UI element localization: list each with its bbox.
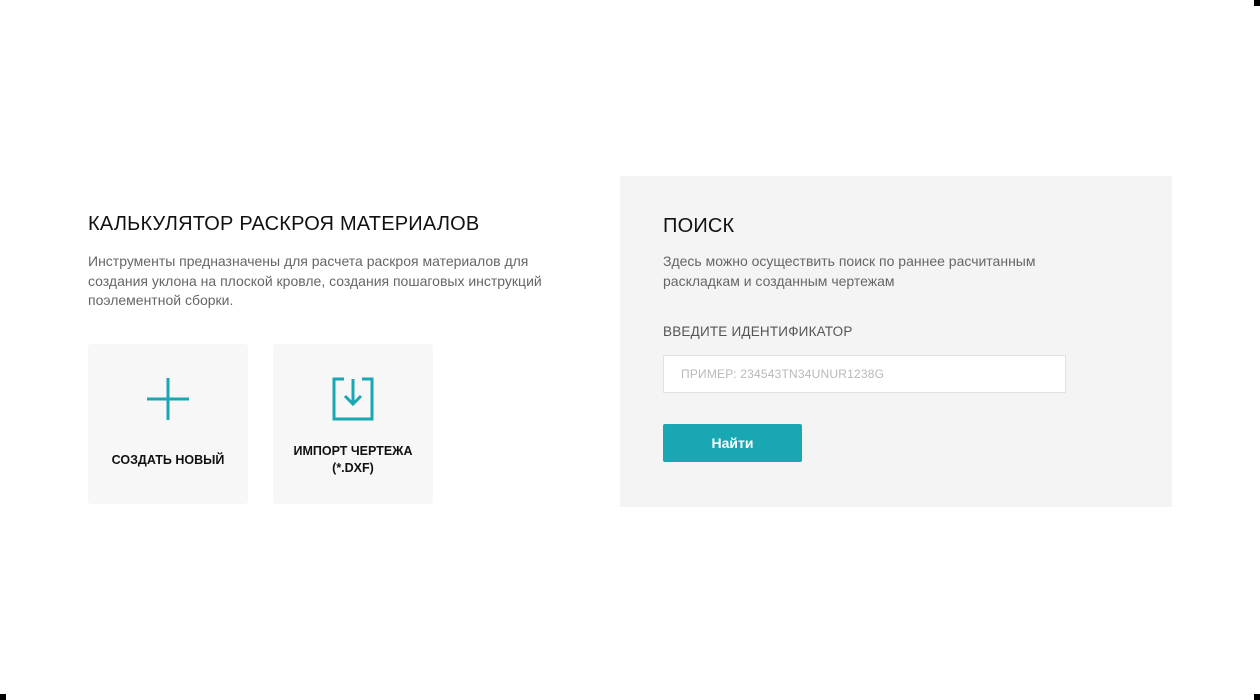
import-drawing-label: ИМПОРТ ЧЕРТЕЖА (*.DXF): [293, 444, 413, 475]
search-description: Здесь можно осуществить поиск по раннее …: [663, 253, 1036, 289]
plus-icon: [147, 378, 189, 420]
import-download-icon: [332, 377, 374, 421]
import-drawing-card[interactable]: ИМПОРТ ЧЕРТЕЖА (*.DXF): [273, 344, 433, 504]
create-new-card[interactable]: СОЗДАТЬ НОВЫЙ: [88, 344, 248, 504]
identifier-input[interactable]: [663, 355, 1066, 393]
search-panel: ПОИСК Здесь можно осуществить поиск по р…: [620, 176, 1172, 507]
create-new-label: СОЗДАТЬ НОВЫЙ: [111, 453, 225, 467]
corner-mark-bottom-left: [0, 694, 6, 700]
calculator-section: КАЛЬКУЛЯТОР РАСКРОЯ МАТЕРИАЛОВ Инструмен…: [88, 210, 568, 311]
calculator-title: КАЛЬКУЛЯТОР РАСКРОЯ МАТЕРИАЛОВ: [88, 213, 480, 235]
corner-mark-top-right: [1254, 0, 1260, 6]
corner-mark-bottom-right: [1254, 694, 1260, 700]
search-title: ПОИСК: [663, 215, 735, 237]
find-button[interactable]: Найти: [663, 424, 802, 462]
action-cards: СОЗДАТЬ НОВЫЙ ИМПОРТ ЧЕРТЕЖА (*.DXF): [88, 344, 433, 504]
identifier-field-label: ВВЕДИТЕ ИДЕНТИФИКАТОР: [663, 324, 853, 339]
calculator-description: Инструменты предназначены для расчета ра…: [88, 253, 542, 308]
